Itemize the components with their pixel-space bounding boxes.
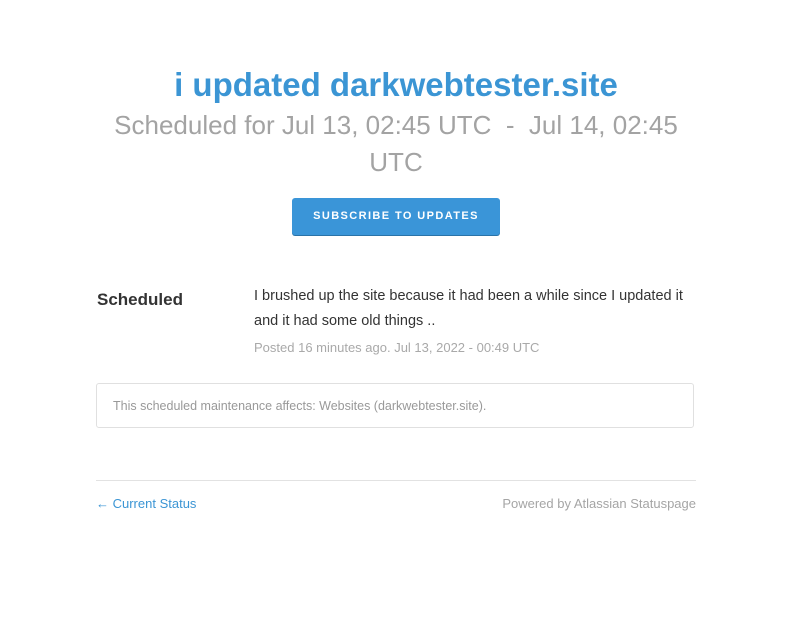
update-body: I brushed up the site because it had bee… [254,288,683,329]
subscribe-button[interactable]: SUBSCRIBE TO UPDATES [292,198,500,235]
affected-components-text: This scheduled maintenance affects: Webs… [113,399,487,413]
affected-components-box: This scheduled maintenance affects: Webs… [96,383,694,428]
page-title: i updated darkwebtester.site [174,66,618,103]
powered-by-link[interactable]: Powered by Atlassian Statuspage [502,495,696,513]
footer-divider [96,480,696,481]
schedule-range: Scheduled for Jul 13, 02:45 UTC - Jul 14… [114,110,686,177]
update-timestamp: Posted 16 minutes ago. Jul 13, 2022 - 00… [254,340,540,355]
current-status-link[interactable]: ← Current Status [96,495,196,513]
update-status-label: Scheduled [97,290,183,309]
